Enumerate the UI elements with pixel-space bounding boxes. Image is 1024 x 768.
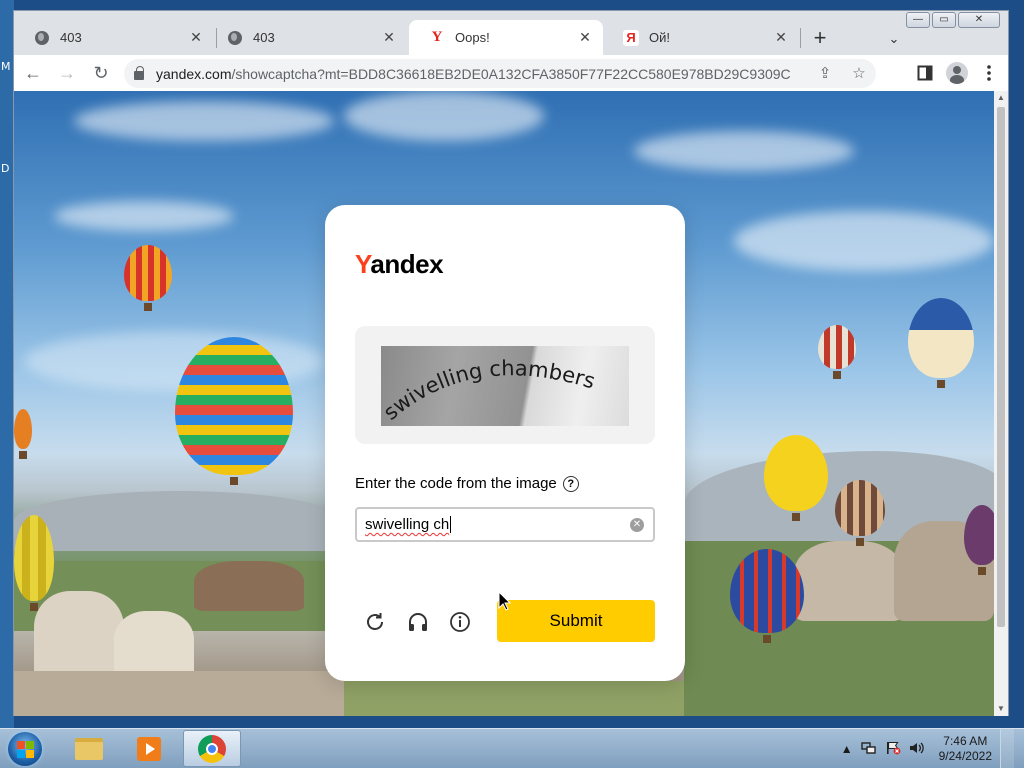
scroll-up-arrow-icon[interactable]: ▲ — [994, 91, 1008, 105]
folder-icon — [75, 737, 103, 760]
scroll-down-arrow-icon[interactable]: ▼ — [994, 702, 1008, 716]
tab-403-first[interactable]: 403 ✕ — [14, 20, 214, 55]
bookmark-star-icon[interactable]: ☆ — [842, 59, 876, 88]
yandex-ya-icon: Я — [623, 29, 639, 46]
tab-close-icon[interactable]: ✕ — [377, 29, 401, 46]
submit-button[interactable]: Submit — [497, 600, 655, 642]
start-button[interactable] — [8, 732, 42, 766]
scroll-thumb[interactable] — [997, 107, 1005, 627]
captcha-image-container: swivelling chambers — [355, 326, 655, 444]
captcha-input[interactable]: swivelling ch ✕ — [355, 507, 655, 542]
window-controls: — ▭ ✕ — [906, 12, 1000, 28]
url-path: /showcaptcha?mt=BDD8C36618EB2DE0A132CFA3… — [231, 65, 792, 82]
tab-title: Ой! — [649, 30, 670, 45]
address-bar[interactable]: yandex.com /showcaptcha?mt=BDD8C36618EB2… — [124, 59, 876, 88]
tab-search-button[interactable]: ⌄ — [880, 25, 908, 53]
taskbar-media-player[interactable] — [120, 730, 178, 767]
tab-close-icon[interactable]: ✕ — [769, 29, 793, 46]
svg-text:swivelling chambers: swivelling chambers — [381, 356, 598, 425]
info-icon[interactable] — [448, 610, 472, 634]
show-desktop-button[interactable] — [1000, 729, 1014, 768]
tab-separator — [800, 28, 801, 48]
audio-captcha-headphones-icon[interactable] — [406, 610, 430, 634]
system-tray: ▲ 7:46 AM 9/24/2022 — [841, 729, 1024, 768]
globe-icon — [227, 30, 243, 46]
tab-strip: 403 ✕ 403 ✕ Y Oops! ✕ Я Ой! ✕ + ⌄ — ▭ ✕ — [14, 11, 1008, 55]
tab-oi[interactable]: Я Ой! ✕ — [603, 20, 799, 55]
desktop-icon-label: M — [1, 60, 11, 73]
yandex-logo[interactable]: Yandex — [355, 249, 444, 280]
refresh-captcha-icon[interactable] — [363, 610, 387, 634]
forward-button[interactable]: → — [52, 58, 82, 88]
windows-logo-icon — [16, 740, 34, 758]
text-caret — [450, 516, 452, 533]
page-viewport: Yandex swivelling chambers Enter the cod… — [14, 91, 996, 716]
browser-window: 403 ✕ 403 ✕ Y Oops! ✕ Я Ой! ✕ + ⌄ — ▭ ✕ … — [13, 10, 1009, 716]
tab-title: 403 — [253, 30, 275, 45]
system-clock[interactable]: 7:46 AM 9/24/2022 — [939, 734, 992, 764]
taskbar: ▲ 7:46 AM 9/24/2022 — [0, 728, 1024, 768]
back-button[interactable]: ← — [18, 58, 48, 88]
captcha-text: swivelling chambers — [381, 356, 598, 425]
vertical-scrollbar[interactable]: ▲ ▼ — [994, 91, 1008, 716]
help-icon[interactable]: ? — [562, 475, 579, 492]
window-close-button[interactable]: ✕ — [958, 12, 1000, 28]
tab-title: Oops! — [455, 30, 490, 45]
captcha-image: swivelling chambers — [381, 346, 629, 426]
clear-input-icon[interactable]: ✕ — [630, 518, 644, 532]
tab-403-second[interactable]: 403 ✕ — [207, 20, 407, 55]
clock-time: 7:46 AM — [943, 734, 988, 748]
captcha-prompt: Enter the code from the image ? — [355, 475, 579, 492]
network-icon[interactable] — [860, 741, 877, 758]
action-center-flag-icon[interactable] — [885, 741, 901, 758]
taskbar-chrome[interactable] — [183, 730, 241, 767]
side-panel-icon[interactable] — [910, 58, 940, 88]
volume-icon[interactable] — [909, 741, 925, 758]
media-player-icon — [137, 736, 161, 761]
taskbar-explorer[interactable] — [60, 730, 118, 767]
tab-title: 403 — [60, 30, 82, 45]
menu-kebab-icon[interactable] — [974, 58, 1004, 88]
show-hidden-icons-arrow[interactable]: ▲ — [841, 742, 853, 756]
clock-date: 9/24/2022 — [938, 749, 992, 763]
maximize-button[interactable]: ▭ — [932, 12, 956, 28]
url-host: yandex.com — [156, 65, 232, 82]
captcha-input-value: swivelling ch — [365, 516, 450, 533]
tab-oops[interactable]: Y Oops! ✕ — [409, 20, 603, 55]
tab-close-icon[interactable]: ✕ — [573, 29, 597, 46]
captcha-prompt-label: Enter the code from the image — [355, 475, 557, 492]
profile-avatar[interactable] — [942, 58, 972, 88]
lock-icon[interactable] — [134, 66, 144, 80]
new-tab-button[interactable]: + — [806, 25, 834, 53]
share-icon[interactable]: ⇪ — [808, 59, 842, 88]
chrome-icon — [198, 734, 226, 763]
browser-toolbar: ← → ↻ yandex.com /showcaptcha?mt=BDD8C36… — [14, 55, 1008, 91]
yandex-y-icon: Y — [431, 29, 443, 45]
reload-button[interactable]: ↻ — [86, 58, 116, 88]
globe-icon — [34, 30, 50, 46]
desktop-background: M D — [0, 0, 14, 728]
tab-close-icon[interactable]: ✕ — [184, 29, 208, 46]
desktop-icon-label: D — [1, 162, 10, 175]
minimize-button[interactable]: — — [906, 12, 930, 28]
